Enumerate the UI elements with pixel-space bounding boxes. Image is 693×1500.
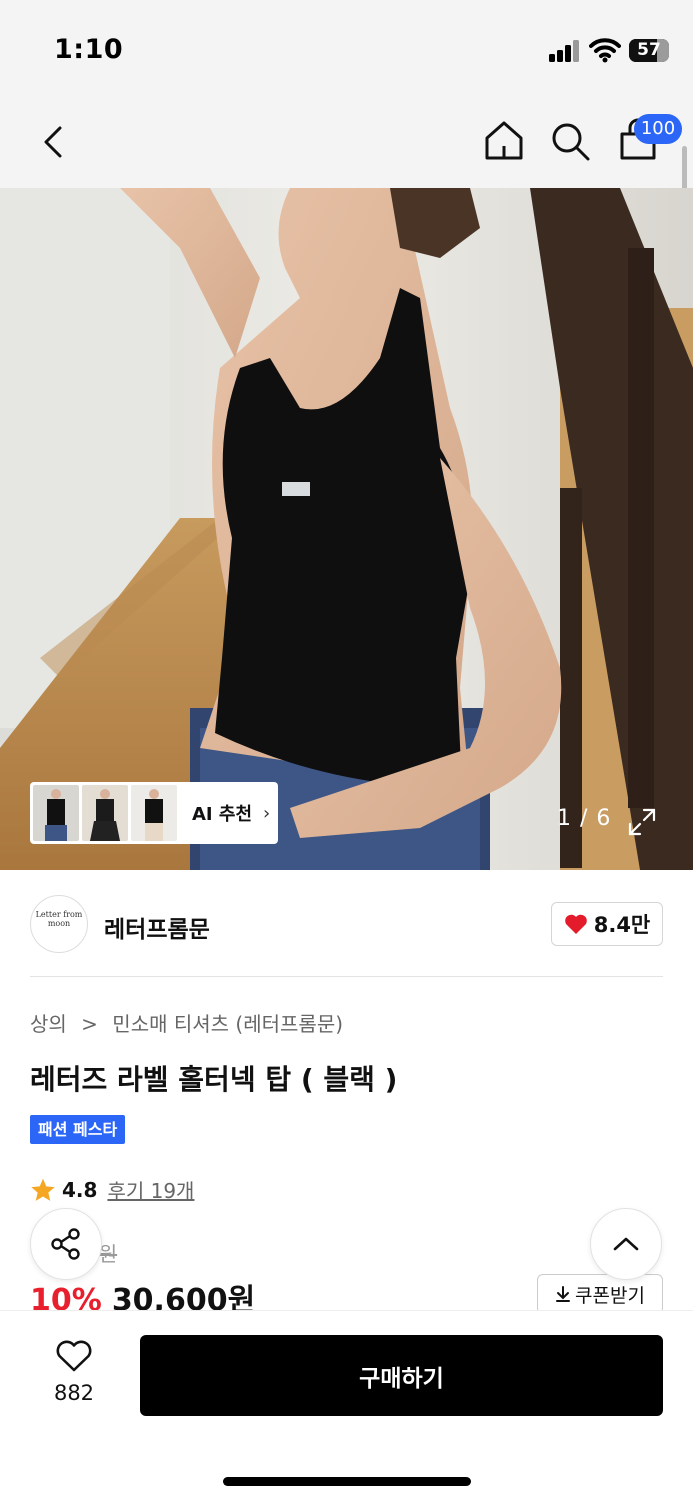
share-button[interactable] xyxy=(30,1208,102,1280)
battery-icon: 57 xyxy=(629,39,669,62)
rating-value: 4.8 xyxy=(62,1177,98,1202)
top-nav: 100 xyxy=(0,100,693,188)
back-arrow-icon[interactable] xyxy=(34,120,74,164)
buy-button[interactable]: 구매하기 xyxy=(140,1335,663,1416)
breadcrumb-category[interactable]: 상의 xyxy=(30,1012,67,1036)
search-icon[interactable] xyxy=(548,118,592,164)
status-bar: 1:10 57 xyxy=(0,0,693,100)
brand-logo-text: Letter from moon xyxy=(35,910,83,928)
rating-row: 4.8 후기 19개 xyxy=(30,1175,194,1204)
brand-like-button[interactable]: 8.4만 xyxy=(551,902,663,946)
chevron-up-icon xyxy=(613,1237,639,1251)
cellular-signal-icon xyxy=(549,40,581,62)
share-icon xyxy=(51,1228,80,1260)
brand-row[interactable]: Letter from moon 레터프롬문 8.4만 xyxy=(0,870,693,976)
home-icon[interactable] xyxy=(482,118,526,164)
battery-level: 57 xyxy=(637,40,661,60)
brand-name[interactable]: 레터프롬문 xyxy=(104,910,210,944)
recommendation-thumbnail xyxy=(131,785,177,841)
ai-recommendation-label: AI 추천 xyxy=(192,804,253,825)
event-badge: 패션 페스타 xyxy=(30,1115,126,1144)
coupon-download-button[interactable]: 쿠폰받기 xyxy=(537,1274,663,1314)
brand-like-count: 8.4만 xyxy=(593,913,651,937)
cart-count-badge: 100 xyxy=(634,114,682,144)
wishlist-button[interactable]: 882 xyxy=(38,1339,110,1409)
status-time: 1:10 xyxy=(54,34,124,65)
review-link[interactable]: 후기 19개 xyxy=(107,1175,194,1204)
wishlist-count: 882 xyxy=(53,1381,95,1405)
star-icon xyxy=(31,1178,55,1201)
brand-logo[interactable]: Letter from moon xyxy=(30,895,88,953)
breadcrumb-separator: > xyxy=(81,1012,98,1036)
fullscreen-expand-icon[interactable] xyxy=(626,806,658,838)
breadcrumb: 상의 > 민소매 티셔츠 (레터프롬문) xyxy=(30,1008,351,1037)
chevron-right-icon: › xyxy=(263,802,271,824)
heart-outline-icon xyxy=(56,1340,92,1372)
breadcrumb-subcategory[interactable]: 민소매 티셔츠 (레터프롬문) xyxy=(112,1012,343,1036)
product-image-gallery[interactable] xyxy=(0,188,693,870)
recommendation-thumbnail xyxy=(33,785,79,841)
recommendation-thumbnail xyxy=(82,785,128,841)
product-title: 레터즈 라벨 홀터넥 탑 ( 블랙 ) xyxy=(30,1063,398,1096)
download-icon xyxy=(556,1286,571,1302)
product-photo xyxy=(0,188,693,870)
ai-recommendation-button[interactable]: AI 추천 › xyxy=(30,782,278,844)
bottom-purchase-bar: 882 구매하기 xyxy=(0,1310,693,1500)
scroll-to-top-button[interactable] xyxy=(590,1208,662,1280)
heart-filled-icon xyxy=(564,914,587,934)
wifi-icon xyxy=(589,38,621,63)
image-pager: 1 / 6 xyxy=(557,806,612,831)
divider xyxy=(30,976,663,977)
home-indicator[interactable] xyxy=(223,1477,471,1486)
coupon-label: 쿠폰받기 xyxy=(575,1284,645,1307)
